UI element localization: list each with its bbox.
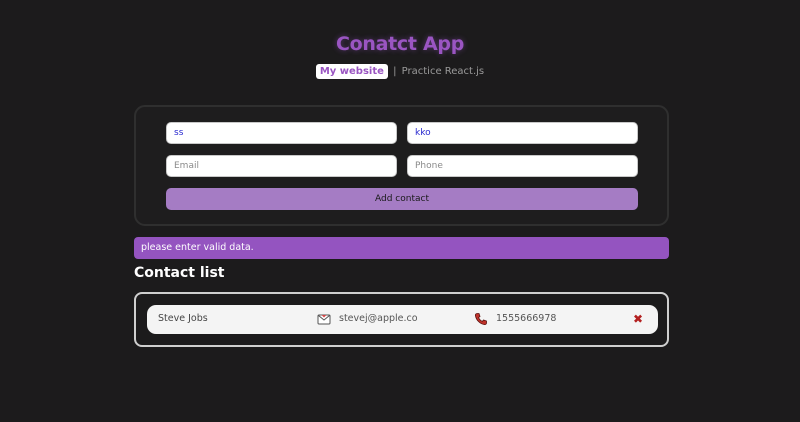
- app-title: Conatct App: [336, 33, 464, 55]
- subnav: My website | Practice React.js: [0, 64, 800, 79]
- phone-input[interactable]: [407, 155, 638, 177]
- contact-email: stevej@apple.co: [339, 313, 418, 324]
- my-website-link[interactable]: My website: [315, 64, 388, 79]
- add-contact-button[interactable]: Add contact: [166, 188, 638, 210]
- contact-form: Add contact: [134, 105, 669, 226]
- last-name-input[interactable]: [407, 122, 638, 144]
- delete-contact-button[interactable]: ✖: [631, 312, 645, 326]
- contact-phone: 1555666978: [496, 313, 557, 324]
- close-icon: ✖: [632, 312, 644, 326]
- practice-react-link[interactable]: Practice React.js: [402, 66, 485, 77]
- validation-alert: please enter valid data.: [134, 237, 669, 259]
- first-name-input[interactable]: [166, 122, 397, 144]
- email-input[interactable]: [166, 155, 397, 177]
- contact-name: Steve Jobs: [158, 313, 208, 324]
- nav-separator: |: [393, 66, 397, 77]
- envelope-icon: [317, 312, 331, 326]
- contact-row: Steve Jobs stevej@apple.co 1555666978 ✖: [147, 305, 658, 334]
- contact-list: Steve Jobs stevej@apple.co 1555666978 ✖: [134, 292, 669, 347]
- contact-list-heading: Contact list: [134, 265, 225, 281]
- phone-icon: [474, 312, 488, 326]
